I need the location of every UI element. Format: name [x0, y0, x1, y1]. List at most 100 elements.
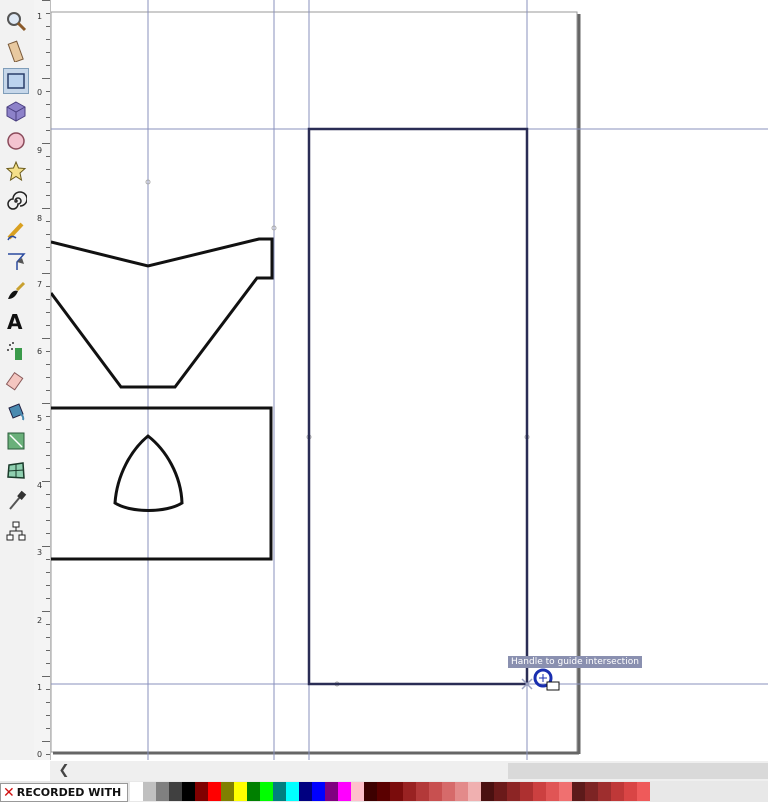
- ruler-tick: [46, 429, 50, 430]
- connector-icon: [6, 521, 26, 541]
- ruler-label: 2: [37, 616, 43, 625]
- color-swatch[interactable]: [273, 782, 286, 801]
- text-tool[interactable]: A: [3, 308, 29, 334]
- color-swatch[interactable]: [130, 782, 143, 801]
- ruler-tick: [46, 585, 50, 586]
- color-swatch[interactable]: [585, 782, 598, 801]
- mesh-tool[interactable]: [3, 458, 29, 484]
- horizontal-scrollbar[interactable]: ❮: [50, 761, 768, 781]
- color-swatch[interactable]: [221, 782, 234, 801]
- 3d-box-tool[interactable]: [3, 98, 29, 124]
- cube-icon: [6, 101, 26, 122]
- ruler-tick: [46, 455, 50, 456]
- drawing-canvas[interactable]: Handle to guide intersection: [51, 0, 768, 760]
- pencil-icon: [7, 222, 24, 241]
- ruler-tick: [46, 26, 50, 27]
- color-swatch[interactable]: [247, 782, 260, 801]
- connector-tool[interactable]: [3, 518, 29, 544]
- ruler-tick: [46, 377, 50, 378]
- ruler-tick: [46, 728, 50, 729]
- spiral-tool[interactable]: [3, 188, 29, 214]
- gradient-tool[interactable]: [3, 428, 29, 454]
- color-swatch[interactable]: [208, 782, 221, 801]
- color-swatch[interactable]: [351, 782, 364, 801]
- ruler-tick: [46, 117, 50, 118]
- color-swatch[interactable]: [481, 782, 494, 801]
- panel-shape: [51, 406, 273, 561]
- ruler-tick: [46, 442, 50, 443]
- color-swatch[interactable]: [286, 782, 299, 801]
- recorded-watermark: ✕ RECORDED WITH: [0, 783, 129, 802]
- measure-tool[interactable]: [3, 38, 29, 64]
- color-swatch[interactable]: [611, 782, 624, 801]
- color-swatch[interactable]: [312, 782, 325, 801]
- pencil-tool[interactable]: [3, 218, 29, 244]
- color-swatch[interactable]: [416, 782, 429, 801]
- color-swatch[interactable]: [442, 782, 455, 801]
- color-swatch[interactable]: [520, 782, 533, 801]
- rectangle-tool[interactable]: [3, 68, 29, 94]
- ruler-tick: [46, 351, 50, 352]
- scroll-thumb[interactable]: [508, 763, 768, 779]
- color-swatch[interactable]: [429, 782, 442, 801]
- color-swatch[interactable]: [325, 782, 338, 801]
- color-swatch[interactable]: [455, 782, 468, 801]
- ruler-tick: [46, 299, 50, 300]
- color-swatch[interactable]: [156, 782, 169, 801]
- ruler-tick: [46, 221, 50, 222]
- ruler-label: 8: [37, 214, 43, 223]
- color-swatch[interactable]: [468, 782, 481, 801]
- color-swatch[interactable]: [169, 782, 182, 801]
- ruler-tick: [46, 364, 50, 365]
- color-swatch[interactable]: [260, 782, 273, 801]
- color-swatch[interactable]: [195, 782, 208, 801]
- ruler-tick: [46, 260, 50, 261]
- color-swatch[interactable]: [234, 782, 247, 801]
- snap-tooltip: Handle to guide intersection: [508, 656, 642, 668]
- ruler-label: 1: [37, 683, 43, 692]
- ruler-label: 1: [37, 12, 43, 21]
- ruler-tick: [46, 572, 50, 573]
- color-swatch[interactable]: [624, 782, 637, 801]
- calligraphy-icon: [8, 281, 26, 299]
- star-icon: [5, 160, 27, 182]
- color-swatch[interactable]: [299, 782, 312, 801]
- canvas-drawing[interactable]: [51, 0, 768, 760]
- pen-tool[interactable]: [3, 248, 29, 274]
- palette-swatches: [130, 782, 650, 801]
- ellipse-tool[interactable]: [3, 128, 29, 154]
- ruler-label: 7: [37, 280, 43, 289]
- ruler-tick: [46, 754, 50, 755]
- color-swatch[interactable]: [533, 782, 546, 801]
- ruler-label: 5: [37, 414, 43, 423]
- color-swatch[interactable]: [559, 782, 572, 801]
- ruler-tick: [46, 286, 50, 287]
- color-swatch[interactable]: [364, 782, 377, 801]
- zoom-tool[interactable]: [3, 8, 29, 34]
- color-swatch[interactable]: [546, 782, 559, 801]
- color-swatch[interactable]: [390, 782, 403, 801]
- recorder-logo-icon: ✕: [3, 784, 15, 801]
- color-swatch[interactable]: [403, 782, 416, 801]
- color-swatch[interactable]: [377, 782, 390, 801]
- color-swatch[interactable]: [598, 782, 611, 801]
- dropper-tool[interactable]: [3, 488, 29, 514]
- color-swatch[interactable]: [507, 782, 520, 801]
- spray-tool[interactable]: [3, 338, 29, 364]
- ruler-tick: [46, 689, 50, 690]
- star-tool[interactable]: [3, 158, 29, 184]
- scroll-left-arrow-icon[interactable]: ❮: [56, 763, 72, 779]
- color-swatch[interactable]: [494, 782, 507, 801]
- eraser-tool[interactable]: [3, 368, 29, 394]
- color-swatch[interactable]: [572, 782, 585, 801]
- ruler-label: 0: [37, 750, 43, 759]
- calligraphy-tool[interactable]: [3, 278, 29, 304]
- color-swatch[interactable]: [143, 782, 156, 801]
- paint-bucket-tool[interactable]: [3, 398, 29, 424]
- color-swatch[interactable]: [338, 782, 351, 801]
- color-swatch[interactable]: [182, 782, 195, 801]
- mesh-icon: [7, 462, 25, 479]
- color-swatch[interactable]: [637, 782, 650, 801]
- ruler-tick: [46, 325, 50, 326]
- ruler-tick: [46, 247, 50, 248]
